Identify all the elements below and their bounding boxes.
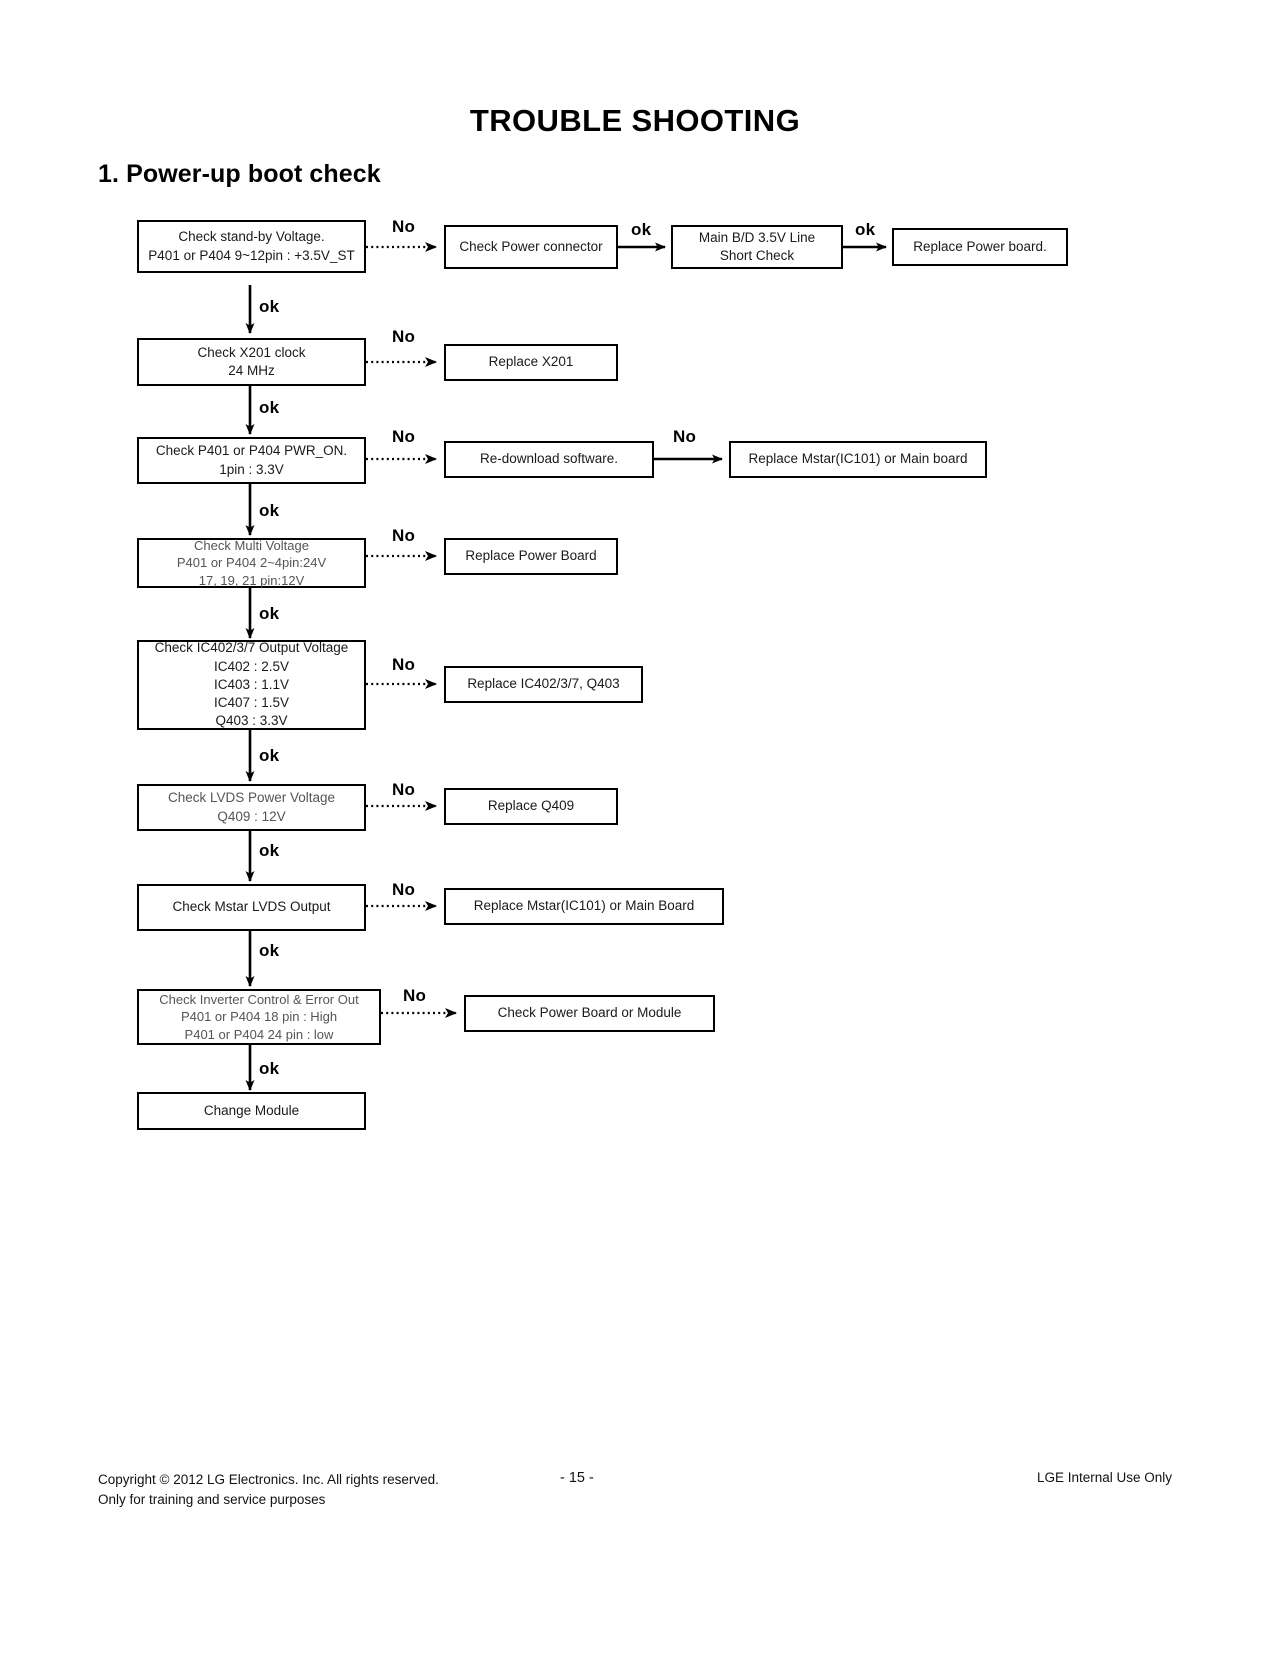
footer-copyright-line1: Copyright © 2012 LG Electronics. Inc. Al… <box>98 1472 439 1487</box>
node-line: Replace IC402/3/7, Q403 <box>467 676 620 692</box>
page-canvas: TROUBLE SHOOTING 1. Power-up boot check <box>0 0 1270 1654</box>
node-line: Check Power connector <box>459 238 603 254</box>
node-line: Short Check <box>719 248 795 263</box>
node-line: Check Multi Voltage <box>194 537 309 553</box>
edge-label-ok-v5: ok <box>259 746 280 765</box>
section-heading: 1. Power-up boot check <box>98 160 381 188</box>
node-line: Replace Power Board <box>465 548 597 564</box>
node-replace-power-board-2[interactable]: Replace Power Board <box>444 538 618 575</box>
node-line: Check Mstar LVDS Output <box>172 899 331 915</box>
node-line: Replace Power board. <box>913 238 1047 254</box>
edge-label-ok-r1a: ok <box>631 220 652 239</box>
edge-label-no-5: No <box>392 655 416 674</box>
page-title: TROUBLE SHOOTING <box>469 103 801 138</box>
node-check-standby-voltage[interactable]: Check stand-by Voltage. P401 or P404 9~1… <box>137 220 366 273</box>
edge-label-ok-v2: ok <box>259 398 280 417</box>
footer-page-number: - 15 - <box>560 1470 594 1486</box>
node-check-power-connector[interactable]: Check Power connector <box>444 225 618 269</box>
node-check-mstar-lvds-output[interactable]: Check Mstar LVDS Output <box>137 884 366 931</box>
node-re-download-software[interactable]: Re-download software. <box>444 441 654 478</box>
node-replace-q409[interactable]: Replace Q409 <box>444 788 618 825</box>
node-replace-mstar-main-board-1[interactable]: Replace Mstar(IC101) or Main board <box>729 441 987 478</box>
node-line: Check Inverter Control & Error Out <box>159 991 359 1007</box>
edge-label-ok-v4: ok <box>259 604 280 623</box>
edge-label-ok-v3: ok <box>259 501 280 520</box>
node-line: Replace Q409 <box>487 798 575 814</box>
node-line: Replace Mstar(IC101) or Main board <box>748 451 968 467</box>
node-line: Replace X201 <box>488 354 574 370</box>
node-line: Replace Mstar(IC101) or Main Board <box>473 898 695 914</box>
edge-label-no-6: No <box>392 780 416 799</box>
node-line: Check IC402/3/7 Output Voltage <box>154 640 349 656</box>
node-line: P401 or P404 2~4pin:24V <box>176 555 327 571</box>
edge-label-no-3b: No <box>673 427 697 446</box>
edge-label-no-7: No <box>392 880 416 899</box>
edge-label-ok-v7: ok <box>259 941 280 960</box>
node-line: Q403 : 3.3V <box>215 713 288 729</box>
node-line: Check Power Board or Module <box>497 1005 682 1021</box>
footer-copyright-line2: Only for training and service purposes <box>98 1492 326 1508</box>
node-line: Main B/D 3.5V Line <box>698 229 816 245</box>
edge-label-ok-r1b: ok <box>855 220 876 239</box>
node-replace-ic-q403[interactable]: Replace IC402/3/7, Q403 <box>444 666 643 703</box>
node-check-power-board-or-module[interactable]: Check Power Board or Module <box>464 995 715 1032</box>
node-line: 24 MHz <box>228 363 275 378</box>
node-replace-power-board-1[interactable]: Replace Power board. <box>892 228 1068 266</box>
node-line: Change Module <box>203 1102 300 1118</box>
node-line: Check LVDS Power Voltage <box>167 790 336 806</box>
edge-label-no-3a: No <box>392 427 416 446</box>
node-check-ic-output-voltage[interactable]: Check IC402/3/7 Output Voltage IC402 : 2… <box>137 640 366 730</box>
node-check-x201-clock[interactable]: Check X201 clock 24 MHz <box>137 338 366 386</box>
node-line: Re-download software. <box>479 451 619 467</box>
node-line: 17, 19, 21 pin:12V <box>198 572 305 588</box>
node-check-inverter-control[interactable]: Check Inverter Control & Error Out P401 … <box>137 989 381 1045</box>
node-line: IC403 : 1.1V <box>213 676 290 692</box>
node-replace-x201[interactable]: Replace X201 <box>444 344 618 381</box>
edge-label-ok-v6: ok <box>259 841 280 860</box>
node-line: Check P401 or P404 PWR_ON. <box>155 443 348 459</box>
edge-label-no-2: No <box>392 327 416 346</box>
edge-label-no-8: No <box>403 986 427 1005</box>
node-line: Q409 : 12V <box>217 808 286 824</box>
footer-notice: LGE Internal Use Only <box>1036 1470 1172 1485</box>
node-replace-mstar-main-board-2[interactable]: Replace Mstar(IC101) or Main Board <box>444 888 724 925</box>
footer-copyright: Copyright © 2012 LG Electronics. Inc. Al… <box>98 1470 439 1511</box>
node-line: P401 or P404 24 pin : low <box>184 1026 334 1042</box>
node-change-module[interactable]: Change Module <box>137 1092 366 1130</box>
node-line: 1pin : 3.3V <box>219 461 284 477</box>
edge-label-no-4: No <box>392 526 416 545</box>
node-line: IC407 : 1.5V <box>213 695 290 711</box>
node-check-multi-voltage[interactable]: Check Multi Voltage P401 or P404 2~4pin:… <box>137 538 366 588</box>
node-line: Check X201 clock <box>197 344 306 360</box>
node-main-bd-short-check[interactable]: Main B/D 3.5V Line Short Check <box>671 225 843 269</box>
node-line: P401 or P404 9~12pin : +3.5V_ST <box>148 247 355 263</box>
edge-label-ok-v1: ok <box>259 297 280 316</box>
node-line: P401 or P404 18 pin : High <box>180 1009 338 1025</box>
edge-label-no-1: No <box>392 217 416 236</box>
node-check-pwr-on[interactable]: Check P401 or P404 PWR_ON. 1pin : 3.3V <box>137 437 366 484</box>
node-line: IC402 : 2.5V <box>213 658 290 674</box>
node-line: Check stand-by Voltage. <box>178 229 325 245</box>
edge-label-ok-v8: ok <box>259 1059 280 1078</box>
node-check-lvds-power-voltage[interactable]: Check LVDS Power Voltage Q409 : 12V <box>137 784 366 831</box>
